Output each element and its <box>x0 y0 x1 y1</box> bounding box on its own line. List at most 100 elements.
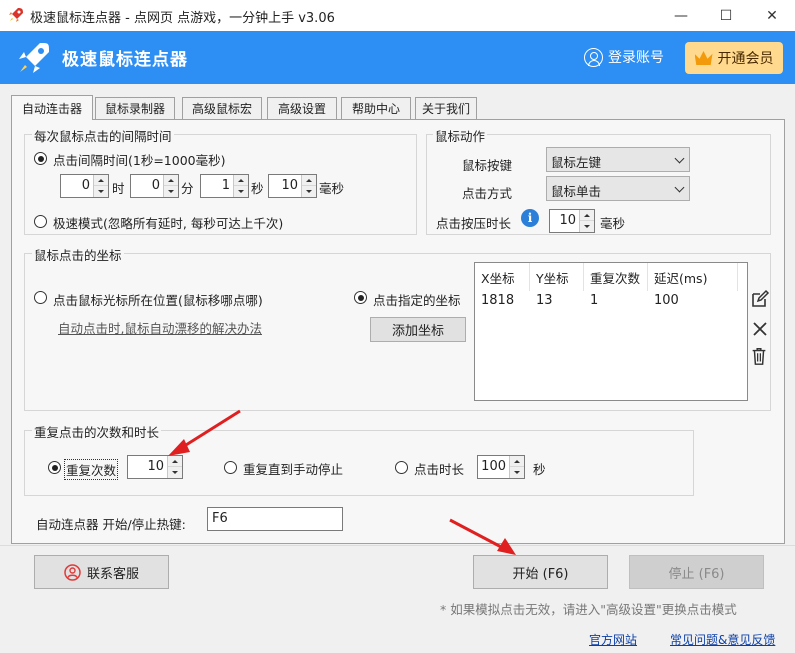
maximize-button[interactable]: ☐ <box>703 0 749 31</box>
hotkey-label: 自动连点器 开始/停止热键: <box>36 517 186 532</box>
ms-down-arrow[interactable] <box>302 186 316 197</box>
duration-up-arrow[interactable] <box>510 456 524 467</box>
repeat-count-radio[interactable] <box>48 461 61 474</box>
click-mode-value: 鼠标单击 <box>551 184 602 199</box>
column-header-delay[interactable]: 延迟(ms) <box>648 263 738 291</box>
delete-x-icon[interactable] <box>750 319 770 339</box>
tab-advanced-settings[interactable]: 高级设置 <box>267 97 337 119</box>
click-duration-unit: 秒 <box>533 462 546 477</box>
interval-legend: 每次鼠标点击的间隔时间 <box>32 126 174 145</box>
seconds-unit: 秒 <box>251 181 264 196</box>
seconds-value: 1 <box>221 178 230 193</box>
repeat-count-label: 重复次数 <box>64 459 119 480</box>
interval-option-label: 点击间隔时间(1秒=1000毫秒) <box>53 153 226 168</box>
trash-icon[interactable] <box>749 346 769 366</box>
minimize-button[interactable]: — <box>658 0 704 31</box>
vip-label: 开通会员 <box>717 51 774 67</box>
column-header-repeat[interactable]: 重复次数 <box>584 263 648 291</box>
repeat-legend: 重复点击的次数和时长 <box>32 422 162 441</box>
user-icon <box>584 47 603 67</box>
contact-support-label: 联系客服 <box>86 566 139 582</box>
click-duration-value: 100 <box>481 459 506 474</box>
minutes-up-arrow[interactable] <box>164 175 178 186</box>
press-duration-label: 点击按压时长 <box>436 216 512 231</box>
hours-unit: 时 <box>112 181 125 196</box>
faq-feedback-link[interactable]: 常见问题&意见反馈 <box>670 631 775 648</box>
seconds-down-arrow[interactable] <box>234 186 248 197</box>
press-duration-stepper[interactable]: 10 <box>549 209 595 233</box>
cursor-position-radio[interactable] <box>34 291 47 304</box>
click-duration-label: 点击时长 <box>414 462 465 477</box>
minutes-value: 0 <box>151 178 160 193</box>
hours-down-arrow[interactable] <box>94 186 108 197</box>
hours-stepper[interactable]: 0 <box>60 174 109 198</box>
repeat-down-arrow[interactable] <box>168 467 182 478</box>
minutes-stepper[interactable]: 0 <box>130 174 179 198</box>
mouse-button-label: 鼠标按键 <box>462 158 513 173</box>
close-button[interactable]: ✕ <box>749 0 795 31</box>
table-cell[interactable]: 1 <box>584 293 598 308</box>
chevron-down-icon <box>674 182 685 193</box>
edit-icon[interactable] <box>750 289 770 309</box>
tab-advanced-macro[interactable]: 高级鼠标宏 <box>182 97 262 119</box>
info-icon[interactable]: i <box>521 209 539 227</box>
column-header-x[interactable]: X坐标 <box>475 263 530 291</box>
hotkey-input[interactable]: F6 <box>207 507 343 531</box>
chevron-down-icon <box>674 153 685 164</box>
tab-auto-clicker[interactable]: 自动连击器 <box>11 95 93 120</box>
hours-up-arrow[interactable] <box>94 175 108 186</box>
add-coordinate-button[interactable]: 添加坐标 <box>370 317 466 342</box>
fast-mode-label: 极速模式(忽略所有延时, 每秒可达上千次) <box>53 216 284 231</box>
ms-value: 10 <box>281 178 298 193</box>
seconds-up-arrow[interactable] <box>234 175 248 186</box>
ms-up-arrow[interactable] <box>302 175 316 186</box>
ms-unit: 毫秒 <box>319 181 345 196</box>
press-down-arrow[interactable] <box>580 221 594 232</box>
support-icon <box>64 563 81 581</box>
manual-stop-label: 重复直到手动停止 <box>243 462 344 477</box>
ms-stepper[interactable]: 10 <box>268 174 317 198</box>
login-link[interactable]: 登录账号 <box>584 47 664 67</box>
duration-down-arrow[interactable] <box>510 467 524 478</box>
login-label: 登录账号 <box>608 50 664 66</box>
crown-icon <box>694 51 713 65</box>
press-duration-value: 10 <box>559 213 576 228</box>
window-title: 极速鼠标连点器 - 点网页 点游戏，一分钟上手 v3.06 <box>30 11 335 26</box>
manual-stop-radio[interactable] <box>224 461 237 474</box>
hours-value: 0 <box>81 178 90 193</box>
tab-mouse-recorder[interactable]: 鼠标录制器 <box>95 97 175 119</box>
rocket-logo-icon <box>19 43 49 73</box>
column-header-y[interactable]: Y坐标 <box>530 263 584 291</box>
fast-mode-radio[interactable] <box>34 215 47 228</box>
specified-coords-label: 点击指定的坐标 <box>373 293 461 308</box>
stop-button[interactable]: 停止 (F6) <box>629 555 764 589</box>
click-duration-stepper[interactable]: 100 <box>477 455 525 479</box>
press-up-arrow[interactable] <box>580 210 594 221</box>
brand-title: 极速鼠标连点器 <box>62 50 188 70</box>
contact-support-button[interactable]: 联系客服 <box>34 555 169 589</box>
minutes-down-arrow[interactable] <box>164 186 178 197</box>
interval-radio[interactable] <box>34 152 47 165</box>
mouse-action-legend: 鼠标动作 <box>433 126 488 145</box>
click-mode-label: 点击方式 <box>462 186 513 201</box>
hotkey-value: F6 <box>212 511 228 526</box>
start-button[interactable]: 开始 (F6) <box>473 555 608 589</box>
table-cell[interactable]: 13 <box>530 293 553 308</box>
official-site-link[interactable]: 官方网站 <box>589 631 637 648</box>
drift-help-link[interactable]: 自动点击时,鼠标自动漂移的解决办法 <box>58 318 262 337</box>
repeat-up-arrow[interactable] <box>168 456 182 467</box>
table-cell[interactable]: 100 <box>648 293 679 308</box>
mouse-button-value: 鼠标左键 <box>551 155 602 170</box>
mouse-button-select[interactable]: 鼠标左键 <box>546 147 690 172</box>
click-duration-radio[interactable] <box>395 461 408 474</box>
seconds-stepper[interactable]: 1 <box>200 174 249 198</box>
repeat-count-stepper[interactable]: 10 <box>127 455 183 479</box>
cursor-position-label: 点击鼠标光标所在位置(鼠标移哪点哪) <box>53 293 263 308</box>
tab-help-center[interactable]: 帮助中心 <box>341 97 411 119</box>
specified-coords-radio[interactable] <box>354 291 367 304</box>
footer-divider <box>0 545 795 546</box>
click-mode-select[interactable]: 鼠标单击 <box>546 176 690 201</box>
table-cell[interactable]: 1818 <box>475 293 514 308</box>
vip-button[interactable]: 开通会员 <box>685 42 783 74</box>
tab-about-us[interactable]: 关于我们 <box>415 97 477 119</box>
